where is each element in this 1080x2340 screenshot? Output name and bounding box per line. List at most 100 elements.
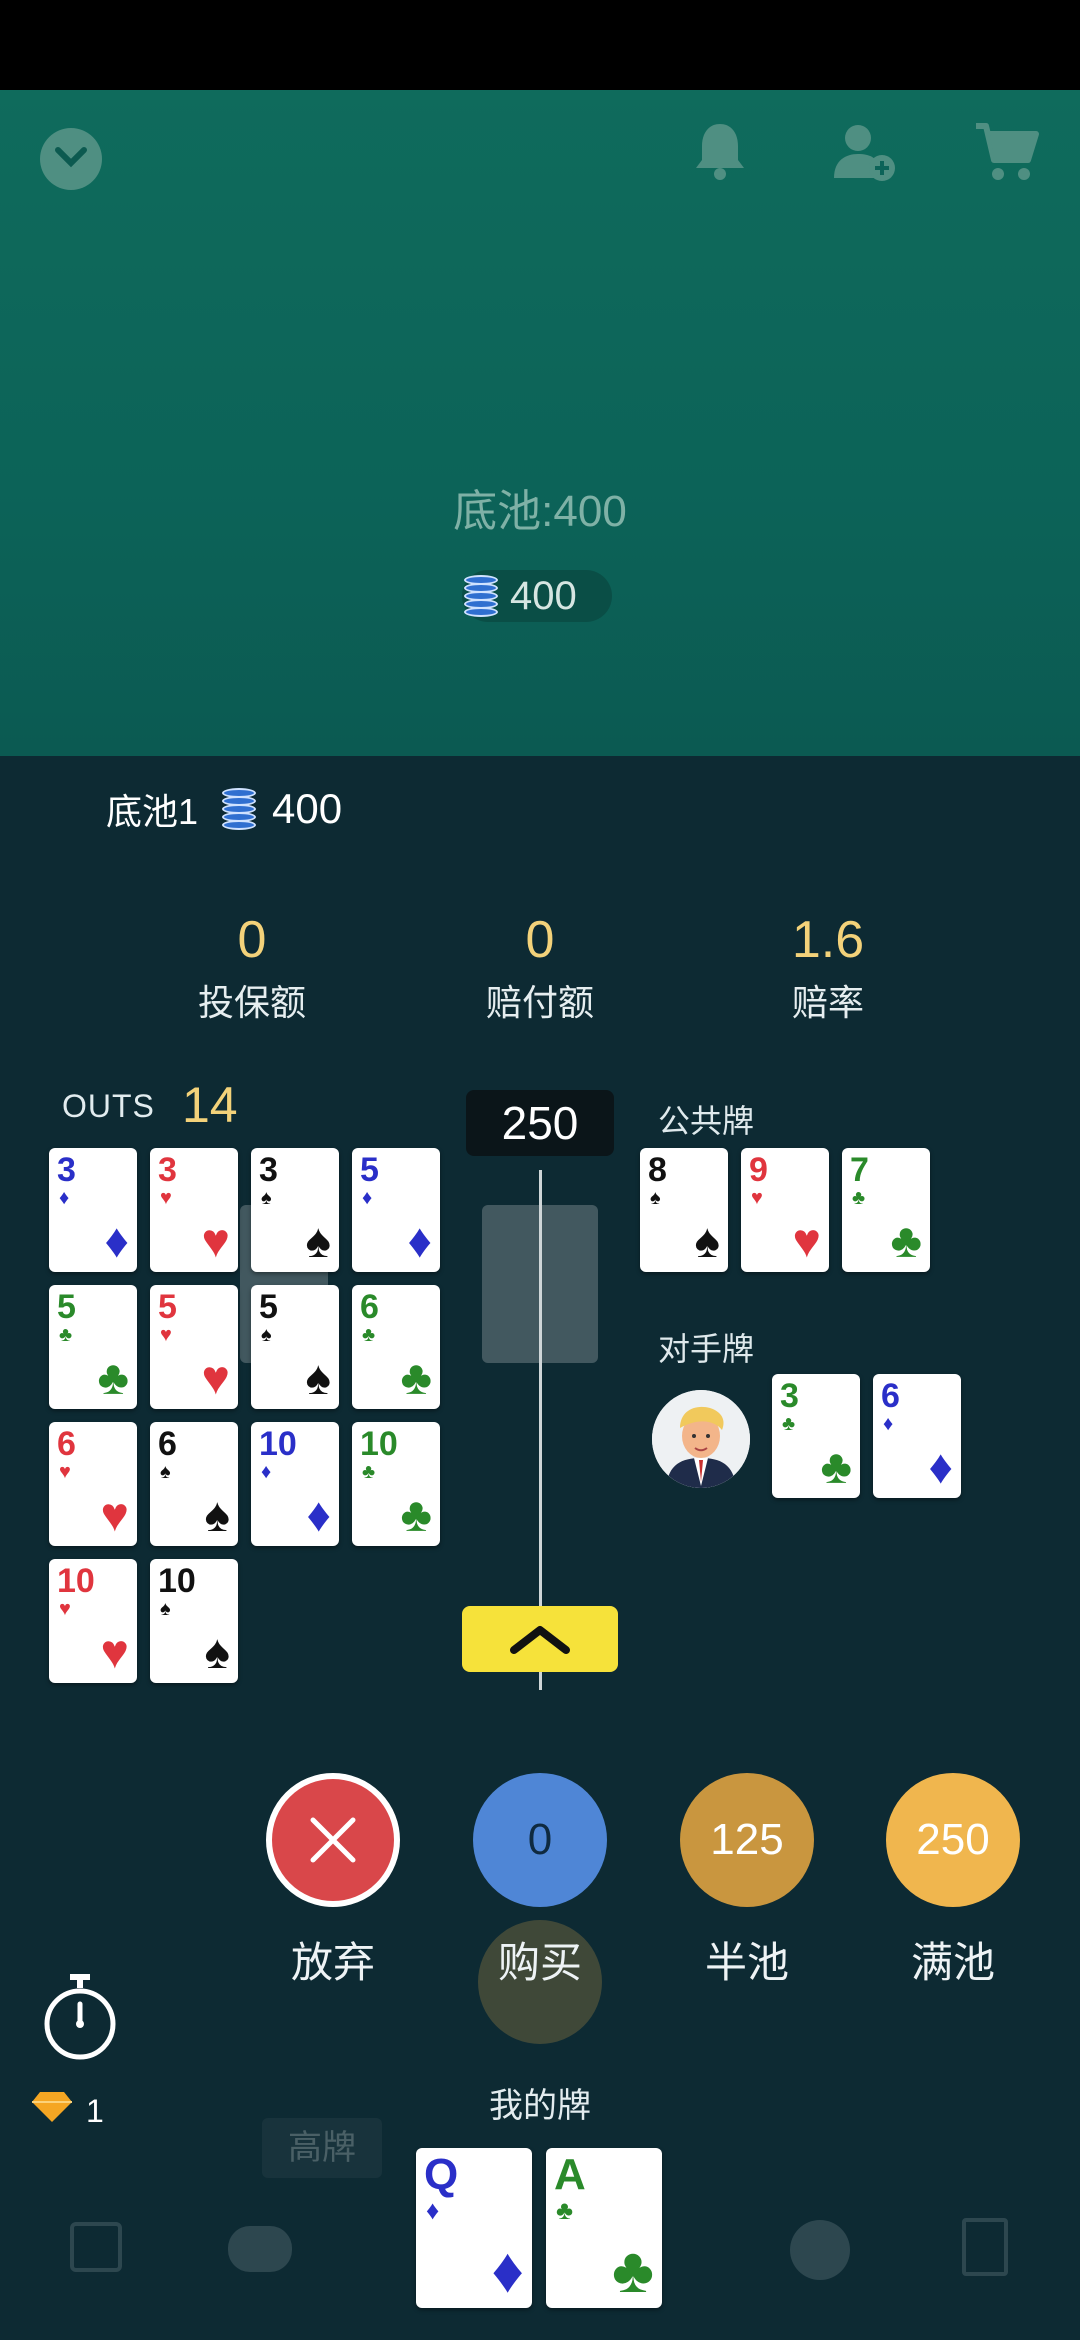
card-suit-large: ♥: [792, 1215, 822, 1268]
side-pot-label: 底池1: [106, 791, 199, 832]
card-suit-small: ♥: [59, 1598, 71, 1620]
card-suit-large: ♣: [400, 1489, 433, 1542]
card-suit-large: ♠: [204, 1489, 231, 1542]
card-suit-small: ♦: [883, 1413, 894, 1435]
card-rank: 8: [648, 1151, 667, 1189]
bell-icon[interactable]: [690, 120, 750, 189]
insured-amount-value: 0: [237, 911, 267, 969]
fold-button[interactable]: [266, 1773, 400, 1907]
card-rank: A: [554, 2150, 586, 2199]
playing-card: 5 ♥ ♥: [150, 1285, 238, 1409]
card-rank: 9: [749, 1151, 768, 1189]
card-suit-small: ♣: [362, 1461, 376, 1483]
card-suit-small: ♦: [59, 1187, 70, 1209]
poker-table: 底池:400 400: [0, 90, 1080, 756]
fold-action[interactable]: 放弃: [266, 1773, 400, 1990]
playing-card: 10 ♣ ♣: [352, 1422, 440, 1546]
playing-card: 5 ♣ ♣: [49, 1285, 137, 1409]
add-user-icon[interactable]: [832, 120, 898, 189]
insurance-slider-handle[interactable]: [462, 1606, 618, 1672]
card-suit-small: ♦: [426, 2195, 440, 2225]
odds-label: 赔率: [791, 982, 864, 1023]
outs-label: OUTS: [62, 1088, 155, 1124]
card-rank: 10: [259, 1425, 297, 1463]
card-rank: 10: [360, 1425, 398, 1463]
card-suit-large: ♣: [890, 1215, 923, 1268]
outs-count: 14: [182, 1077, 238, 1133]
half-pot-button[interactable]: 125: [680, 1773, 814, 1907]
cart-icon[interactable]: [974, 120, 1040, 189]
card-rank: 3: [158, 1151, 177, 1189]
playing-card: 3 ♥ ♥: [150, 1148, 238, 1272]
card-suit-large: ♣: [97, 1352, 130, 1405]
card-suit-small: ♠: [650, 1187, 661, 1209]
opponent-avatar[interactable]: [652, 1390, 750, 1488]
card-rank: 7: [850, 1151, 869, 1189]
payout-amount-label: 赔付额: [485, 982, 594, 1023]
card-suit-large: ♦: [928, 1441, 954, 1494]
chip-stack-icon: [220, 784, 258, 834]
playing-card: 6 ♦ ♦: [873, 1374, 961, 1498]
payout-amount-stat: 0 赔付额: [440, 910, 640, 1026]
playing-card: 8 ♠ ♠: [640, 1148, 728, 1272]
card-suit-small: ♥: [160, 1324, 172, 1346]
card-suit-large: ♣: [400, 1352, 433, 1405]
opponent-cards-label: 对手牌: [658, 1331, 755, 1367]
card-rank: 3: [259, 1151, 278, 1189]
emoji-icon[interactable]: [790, 2220, 850, 2280]
full-pot-label: 满池: [910, 1939, 995, 1986]
card-suit-large: ♠: [305, 1215, 332, 1268]
chat-icon[interactable]: [228, 2226, 292, 2272]
playing-card: 6 ♠ ♠: [150, 1422, 238, 1546]
card-suit-large: ♠: [694, 1215, 721, 1268]
card-suit-small: ♣: [556, 2195, 574, 2225]
payout-amount-value: 0: [525, 911, 555, 969]
card-suit-small: ♠: [261, 1324, 272, 1346]
playing-card: 10 ♠ ♠: [150, 1559, 238, 1683]
card-suit-small: ♠: [160, 1598, 171, 1620]
community-cards-label: 公共牌: [658, 1103, 755, 1139]
odds-value: 1.6: [791, 911, 865, 969]
playing-card: A ♣ ♣: [546, 2148, 662, 2308]
card-rank: 6: [57, 1425, 76, 1463]
chip-stack-icon: [462, 571, 500, 621]
faded-hand-label: 高牌: [262, 2118, 382, 2178]
chevron-down-icon[interactable]: [40, 128, 102, 190]
odds-stat: 1.6 赔率: [728, 910, 928, 1026]
card-rank: 5: [158, 1288, 177, 1326]
stopwatch-icon[interactable]: [40, 1972, 120, 2067]
card-suit-small: ♥: [160, 1187, 172, 1209]
card-rank: Q: [424, 2150, 459, 2199]
card-rank: 6: [158, 1425, 177, 1463]
cards-icon[interactable]: [962, 2218, 1008, 2276]
playing-card: 6 ♣ ♣: [352, 1285, 440, 1409]
card-suit-small: ♥: [751, 1187, 763, 1209]
card-rank: 5: [57, 1288, 76, 1326]
card-suit-small: ♣: [852, 1187, 866, 1209]
fold-label: 放弃: [290, 1939, 375, 1986]
playing-card: 10 ♥ ♥: [49, 1559, 137, 1683]
playing-card: 10 ♦ ♦: [251, 1422, 339, 1546]
card-suit-small: ♦: [362, 1187, 373, 1209]
card-suit-small: ♦: [261, 1461, 272, 1483]
calendar-icon[interactable]: [70, 2222, 122, 2272]
buy-button[interactable]: 0: [473, 1773, 607, 1907]
pot-total-label: 底池:400: [453, 487, 627, 536]
card-suit-small: ♣: [362, 1324, 376, 1346]
card-suit-small: ♣: [782, 1413, 796, 1435]
card-suit-small: ♠: [261, 1187, 272, 1209]
card-suit-large: ♥: [100, 1489, 130, 1542]
buy-action[interactable]: 0 购买: [473, 1773, 607, 1990]
my-cards-label: 我的牌: [489, 2087, 591, 2125]
playing-card: 3 ♣ ♣: [772, 1374, 860, 1498]
full-pot-action[interactable]: 250 满池: [886, 1773, 1020, 1990]
card-rank: 3: [780, 1377, 799, 1415]
playing-card: Q ♦ ♦: [416, 2148, 532, 2308]
full-pot-button[interactable]: 250: [886, 1773, 1020, 1907]
card-suit-large: ♥: [201, 1215, 231, 1268]
half-pot-action[interactable]: 125 半池: [680, 1773, 814, 1990]
buy-label: 购买: [497, 1939, 582, 1986]
card-suit-large: ♠: [305, 1352, 332, 1405]
card-suit-large: ♦: [491, 2234, 524, 2306]
insured-amount-label: 投保额: [197, 982, 306, 1023]
